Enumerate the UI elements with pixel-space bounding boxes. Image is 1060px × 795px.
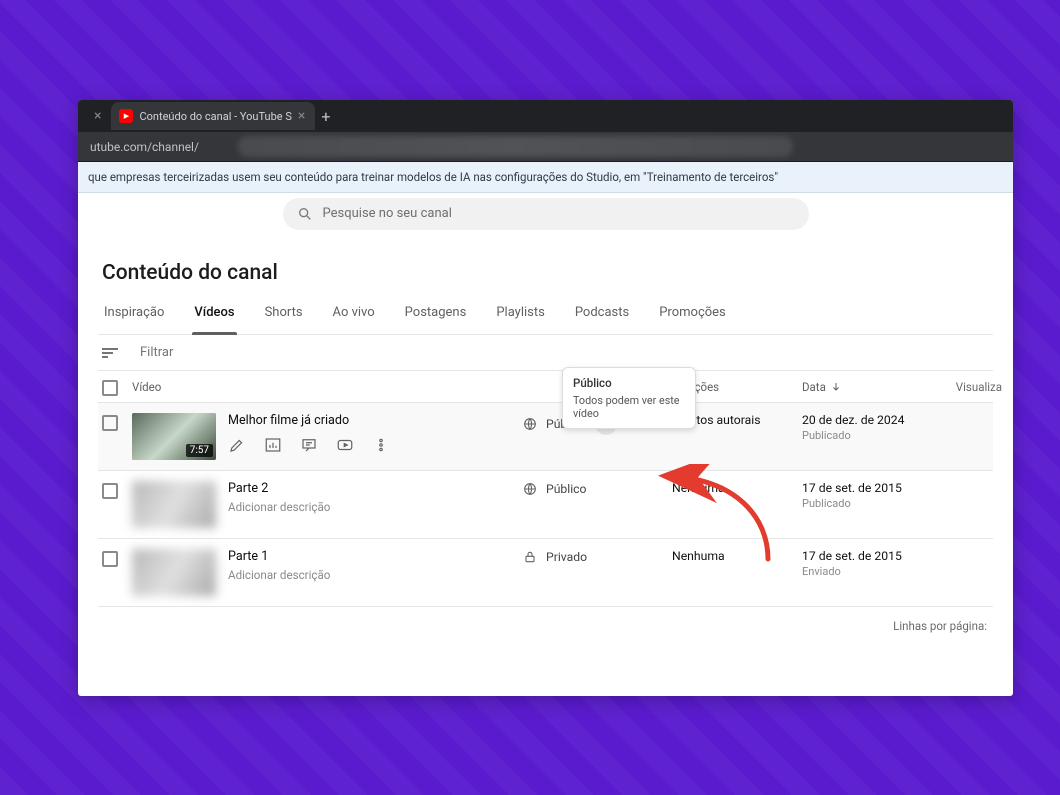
tab-label: Promoções bbox=[659, 305, 726, 320]
new-tab-button[interactable]: + bbox=[321, 107, 330, 126]
close-icon[interactable]: × bbox=[298, 109, 305, 123]
browser-tab-active[interactable]: Conteúdo do canal - YouTube S × bbox=[111, 102, 315, 130]
rows-per-page-label: Linhas por página: bbox=[893, 619, 987, 633]
tab-podcasts[interactable]: Podcasts bbox=[573, 293, 631, 334]
tab-label: Playlists bbox=[496, 305, 544, 320]
video-title[interactable]: Parte 2 bbox=[228, 481, 330, 496]
filter-row: Filtrar bbox=[98, 335, 993, 371]
tab-label: Shorts bbox=[265, 305, 303, 320]
video-cell: Parte 2 Adicionar descrição bbox=[132, 481, 522, 528]
table-row[interactable]: Parte 1 Adicionar descrição Privado Nenh… bbox=[98, 539, 993, 607]
comments-icon[interactable] bbox=[300, 436, 318, 454]
more-icon[interactable] bbox=[372, 436, 390, 454]
search-icon bbox=[297, 206, 313, 222]
row-checkbox[interactable] bbox=[102, 483, 118, 499]
row-action-icons bbox=[228, 436, 390, 454]
visibility-cell[interactable]: Privado bbox=[522, 549, 672, 565]
date-value: 20 de dez. de 2024 bbox=[802, 413, 932, 427]
date-value: 17 de set. de 2015 bbox=[802, 481, 932, 495]
select-all-checkbox[interactable] bbox=[102, 380, 118, 396]
tab-promocoes[interactable]: Promoções bbox=[657, 293, 728, 334]
analytics-icon[interactable] bbox=[264, 436, 282, 454]
tooltip-sub: Todos podem ver este vídeo bbox=[573, 394, 685, 420]
browser-url-bar[interactable]: utube.com/channel/ bbox=[78, 132, 1013, 162]
close-icon[interactable]: × bbox=[94, 109, 101, 123]
browser-tab-blank[interactable]: × bbox=[86, 102, 111, 130]
video-subtitle[interactable]: Adicionar descrição bbox=[228, 500, 330, 514]
tab-videos[interactable]: Vídeos bbox=[192, 293, 236, 334]
search-bar-container: Pesquise no seu canal bbox=[78, 193, 1013, 235]
browser-tab-strip: × Conteúdo do canal - YouTube S × + bbox=[78, 100, 1013, 132]
table-row[interactable]: Público Todos podem ver este vídeo 7:57 … bbox=[98, 403, 993, 471]
col-video[interactable]: Vídeo bbox=[132, 380, 522, 394]
tab-label: Vídeos bbox=[194, 305, 234, 320]
tab-shorts[interactable]: Shorts bbox=[263, 293, 305, 334]
video-subtitle[interactable]: Adicionar descrição bbox=[228, 568, 330, 582]
info-banner: que empresas terceirizadas usem seu cont… bbox=[78, 162, 1013, 193]
youtube-favicon-icon bbox=[119, 109, 133, 123]
row-checkbox[interactable] bbox=[102, 551, 118, 567]
date-cell: 20 de dez. de 2024 Publicado bbox=[802, 413, 932, 442]
tab-label: Podcasts bbox=[575, 305, 629, 320]
col-views[interactable]: Visualiza bbox=[932, 380, 1002, 394]
date-cell: 17 de set. de 2015 Publicado bbox=[802, 481, 932, 510]
tab-inspiracao[interactable]: Inspiração bbox=[102, 293, 166, 334]
video-thumbnail[interactable] bbox=[132, 549, 216, 596]
page-title: Conteúdo do canal bbox=[102, 261, 993, 285]
date-status: Enviado bbox=[802, 565, 932, 578]
tooltip-title: Público bbox=[573, 376, 685, 390]
filter-label[interactable]: Filtrar bbox=[140, 345, 173, 360]
visibility-cell[interactable]: Público bbox=[522, 481, 672, 497]
browser-tab-title: Conteúdo do canal - YouTube S bbox=[139, 110, 291, 123]
main-content: Conteúdo do canal Inspiração Vídeos Shor… bbox=[78, 235, 1013, 645]
video-cell: 7:57 Melhor filme já criado bbox=[132, 413, 522, 460]
video-title[interactable]: Melhor filme já criado bbox=[228, 413, 390, 428]
col-date-label: Data bbox=[802, 380, 826, 394]
video-duration: 7:57 bbox=[186, 444, 213, 457]
table-header: Vídeo estrições Data Visualiza bbox=[98, 371, 993, 403]
search-placeholder: Pesquise no seu canal bbox=[323, 206, 452, 221]
video-thumbnail[interactable] bbox=[132, 481, 216, 528]
url-redacted bbox=[238, 136, 793, 157]
row-checkbox[interactable] bbox=[102, 415, 118, 431]
tab-ao-vivo[interactable]: Ao vivo bbox=[331, 293, 377, 334]
tab-label: Postagens bbox=[405, 305, 467, 320]
youtube-icon[interactable] bbox=[336, 436, 354, 454]
video-title[interactable]: Parte 1 bbox=[228, 549, 330, 564]
visibility-label: Privado bbox=[546, 550, 587, 564]
video-cell: Parte 1 Adicionar descrição bbox=[132, 549, 522, 596]
visibility-tooltip: Público Todos podem ver este vídeo bbox=[562, 367, 696, 429]
tab-postagens[interactable]: Postagens bbox=[403, 293, 469, 334]
tab-label: Inspiração bbox=[104, 305, 164, 320]
table-footer: Linhas por página: bbox=[98, 607, 993, 645]
restrictions-cell: Nenhuma bbox=[672, 481, 802, 495]
visibility-label: Público bbox=[546, 482, 587, 496]
browser-window: × Conteúdo do canal - YouTube S × + utub… bbox=[78, 100, 1013, 696]
col-date[interactable]: Data bbox=[802, 380, 932, 394]
tab-label: Ao vivo bbox=[333, 305, 375, 320]
edit-icon[interactable] bbox=[228, 436, 246, 454]
info-banner-text: que empresas terceirizadas usem seu cont… bbox=[88, 170, 778, 184]
tab-playlists[interactable]: Playlists bbox=[494, 293, 546, 334]
globe-icon bbox=[522, 481, 538, 497]
date-value: 17 de set. de 2015 bbox=[802, 549, 932, 563]
content-tabs: Inspiração Vídeos Shorts Ao vivo Postage… bbox=[98, 293, 993, 335]
lock-icon bbox=[522, 549, 538, 565]
url-text: utube.com/channel/ bbox=[90, 140, 199, 154]
date-status: Publicado bbox=[802, 429, 932, 442]
restrictions-cell: Nenhuma bbox=[672, 549, 802, 563]
globe-icon bbox=[522, 416, 538, 432]
date-cell: 17 de set. de 2015 Enviado bbox=[802, 549, 932, 578]
video-thumbnail[interactable]: 7:57 bbox=[132, 413, 216, 460]
search-input[interactable]: Pesquise no seu canal bbox=[283, 198, 809, 230]
table-row[interactable]: Parte 2 Adicionar descrição Público Nenh… bbox=[98, 471, 993, 539]
arrow-down-icon bbox=[830, 381, 842, 393]
filter-icon[interactable] bbox=[102, 348, 118, 358]
date-status: Publicado bbox=[802, 497, 932, 510]
